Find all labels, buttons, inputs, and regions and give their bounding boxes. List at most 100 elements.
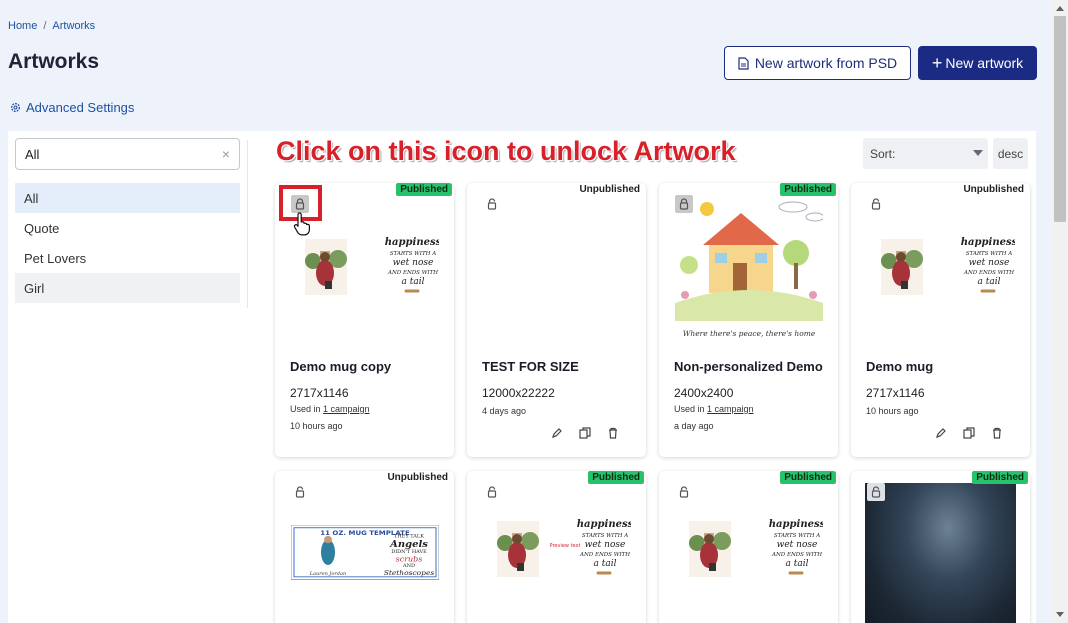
scroll-up-arrow-icon[interactable]	[1056, 6, 1064, 11]
new-artwork-from-psd-label: New artwork from PSD	[754, 55, 898, 71]
artwork-usage: Used in 1 campaign	[290, 404, 370, 414]
category-filter-input[interactable]: All ×	[15, 138, 240, 170]
artwork-thumbnail: Where there's peace, there's home	[675, 201, 823, 338]
thumb-text: AND ENDS WITH	[579, 552, 630, 558]
artwork-card[interactable]: Published	[851, 471, 1030, 623]
usage-prefix: Used in	[674, 404, 705, 414]
sort-label: Sort:	[870, 146, 896, 161]
artwork-thumbnail: happiness STARTS WITH A wet nose AND END…	[305, 237, 439, 295]
thumb-text: wet nose	[585, 540, 626, 550]
scrollbar-thumb[interactable]	[1054, 16, 1066, 222]
breadcrumb-artworks-link[interactable]: Artworks	[52, 20, 95, 32]
status-badge: Unpublished	[959, 183, 1028, 196]
thumb-text: Stethoscopes	[384, 568, 435, 577]
artwork-card[interactable]: Published Where there's peace, there's h…	[659, 183, 838, 457]
artwork-card[interactable]: Unpublished happiness STARTS WITH A wet …	[851, 183, 1030, 457]
advanced-settings-link[interactable]: Advanced Settings	[10, 100, 134, 115]
status-badge: Unpublished	[575, 183, 644, 196]
thumb-text: STARTS WITH A	[966, 251, 1012, 257]
breadcrumb-home-link[interactable]: Home	[8, 20, 37, 32]
artwork-timestamp: a day ago	[674, 421, 714, 431]
unlock-icon[interactable]	[483, 195, 501, 213]
thumb-text: AND ENDS WITH	[387, 270, 438, 276]
unlock-icon[interactable]	[483, 483, 501, 501]
category-list: All Quote Pet Lovers Girl	[15, 183, 240, 303]
thumb-caption: Where there's peace, there's home	[683, 329, 816, 338]
thumb-text: wet nose	[393, 258, 434, 268]
thumb-text: happiness	[577, 519, 631, 530]
artwork-card[interactable]: Published happiness STARTS WITH A wet no…	[659, 471, 838, 623]
scroll-down-arrow-icon[interactable]	[1056, 612, 1064, 617]
plus-icon: +	[931, 53, 943, 73]
document-icon	[738, 56, 749, 70]
artwork-title: TEST FOR SIZE	[482, 359, 579, 374]
category-item-all[interactable]: All	[15, 183, 240, 213]
thumb-text: STARTS WITH A	[774, 533, 820, 539]
unlock-icon[interactable]	[867, 483, 885, 501]
status-badge: Published	[588, 471, 644, 484]
advanced-settings-label: Advanced Settings	[26, 100, 135, 115]
artwork-card[interactable]: Unpublished TEST FOR SIZE 12000x22222 4 …	[467, 183, 646, 457]
duplicate-icon[interactable]	[577, 425, 592, 440]
artwork-thumbnail	[865, 483, 1016, 623]
trash-icon[interactable]	[989, 425, 1004, 440]
category-item-quote[interactable]: Quote	[15, 213, 240, 243]
card-actions	[933, 425, 1004, 440]
sidebar-divider	[247, 140, 248, 308]
artwork-thumbnail: happiness STARTS WITH A wet nose AND END…	[689, 519, 823, 577]
sort-direction-button[interactable]: desc	[993, 138, 1028, 169]
status-badge: Published	[780, 471, 836, 484]
duplicate-icon[interactable]	[961, 425, 976, 440]
chevron-down-icon	[973, 150, 983, 156]
artwork-dimensions: 12000x22222	[482, 386, 555, 400]
edit-pencil-icon[interactable]	[933, 425, 948, 440]
thumb-text: happiness	[961, 237, 1015, 248]
thumb-text: wet nose	[777, 540, 818, 550]
thumb-text: a tail	[594, 559, 617, 569]
new-artwork-label: New artwork	[945, 55, 1024, 71]
artwork-thumbnail: Preview text happiness STARTS WITH A wet…	[497, 519, 631, 577]
artwork-card[interactable]: Published Preview text happiness STARTS …	[467, 471, 646, 623]
campaign-link[interactable]: 1 campaign	[323, 404, 370, 414]
thumb-text: a tail	[786, 559, 809, 569]
lock-icon[interactable]	[291, 195, 309, 213]
unlock-icon[interactable]	[867, 195, 885, 213]
artwork-card[interactable]: Unpublished 11 OZ. MUG TEMPLATE Lauren J…	[275, 471, 454, 623]
category-item-girl[interactable]: Girl	[15, 273, 240, 303]
thumb-text: a tail	[978, 277, 1001, 287]
artwork-dimensions: 2400x2400	[674, 386, 734, 400]
sort-select[interactable]: Sort:	[863, 138, 988, 169]
artwork-timestamp: 10 hours ago	[290, 421, 343, 431]
thumb-text: Preview text	[550, 543, 581, 549]
artwork-usage: Used in 1 campaign	[674, 404, 754, 414]
artwork-dimensions: 2717x1146	[866, 386, 925, 400]
new-artwork-button[interactable]: + New artwork	[918, 46, 1037, 80]
status-badge: Unpublished	[383, 471, 452, 484]
unlock-icon[interactable]	[675, 483, 693, 501]
artwork-title: Demo mug copy	[290, 359, 392, 374]
trash-icon[interactable]	[605, 425, 620, 440]
thumb-text: Lauren Jordan	[309, 571, 346, 577]
campaign-link[interactable]: 1 campaign	[707, 404, 754, 414]
category-filter-value: All	[25, 146, 40, 162]
thumb-text: a tail	[402, 277, 425, 287]
artwork-title: Non-personalized Demo	[674, 359, 823, 374]
card-actions	[549, 425, 620, 440]
status-badge: Published	[396, 183, 452, 196]
page-title: Artworks	[8, 50, 100, 73]
thumb-text: AND ENDS WITH	[963, 270, 1014, 276]
unlock-icon[interactable]	[291, 483, 309, 501]
breadcrumb-separator: /	[43, 20, 47, 32]
clear-filter-icon[interactable]: ×	[222, 146, 230, 162]
gear-icon	[11, 103, 20, 112]
hand-pointer-icon	[293, 212, 311, 236]
category-item-pet-lovers[interactable]: Pet Lovers	[15, 243, 240, 273]
new-artwork-from-psd-button[interactable]: New artwork from PSD	[724, 46, 911, 80]
thumb-text: STARTS WITH A	[390, 251, 436, 257]
edit-pencil-icon[interactable]	[549, 425, 564, 440]
artwork-thumbnail: happiness STARTS WITH A wet nose AND END…	[881, 237, 1015, 295]
thumb-text: STARTS WITH A	[582, 533, 628, 539]
status-badge: Published	[972, 471, 1028, 484]
artwork-timestamp: 4 days ago	[482, 406, 527, 416]
thumb-text: AND ENDS WITH	[771, 552, 822, 558]
